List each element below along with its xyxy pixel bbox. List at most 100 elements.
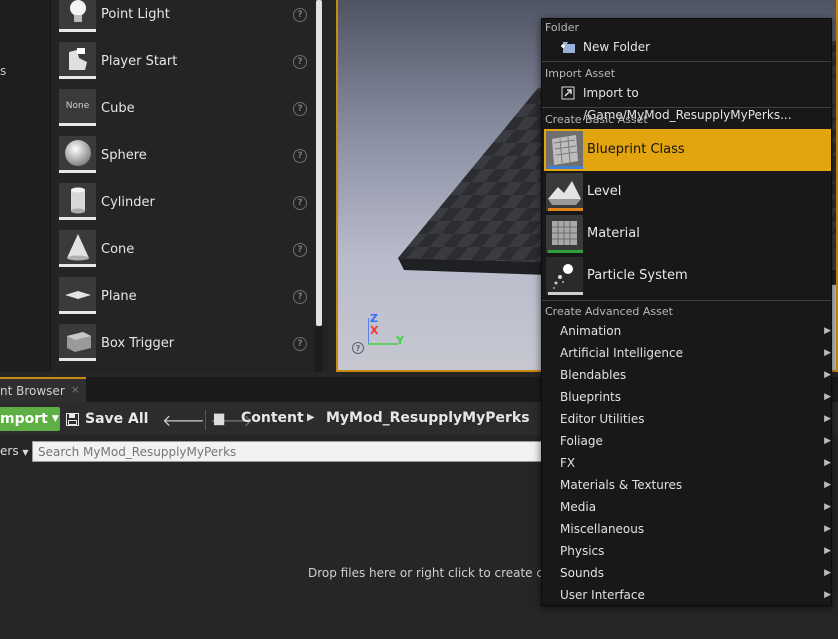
filters-button[interactable]: ers ▼	[0, 444, 29, 458]
cube-icon: None	[59, 89, 96, 126]
advanced-item-media[interactable]: Media ▶	[542, 496, 831, 518]
section-folder: Folder	[545, 21, 579, 34]
help-icon[interactable]: ?	[293, 195, 307, 210]
place-item-player-start[interactable]: Player Start ?	[51, 38, 321, 85]
breadcrumb-folder[interactable]: MyMod_ResupplyMyPerks	[326, 410, 530, 426]
tab-content-browser[interactable]: nt Browser ×	[0, 377, 86, 402]
particle-system-item[interactable]: Particle System	[544, 255, 831, 297]
place-item-label: Plane	[101, 289, 137, 304]
help-icon[interactable]: ?	[293, 101, 307, 116]
help-icon[interactable]: ?	[293, 289, 307, 304]
level-icon	[546, 173, 583, 211]
advanced-item-sounds[interactable]: Sounds ▶	[542, 562, 831, 584]
help-icon[interactable]: ?	[293, 54, 307, 69]
blueprint-class-label: Blueprint Class	[587, 142, 685, 157]
submenu-arrow-icon: ▶	[824, 348, 831, 358]
advanced-item-physics[interactable]: Physics ▶	[542, 540, 831, 562]
place-actors-list: Point Light ? Player Start ? None Cube ?	[51, 0, 321, 372]
advanced-item-miscellaneous[interactable]: Miscellaneous ▶	[542, 518, 831, 540]
place-item-label: Cylinder	[101, 195, 155, 210]
place-item-plane[interactable]: Plane ?	[51, 273, 321, 320]
import-to-item[interactable]: Import to /Game/MyMod_ResupplyMyPerks...	[542, 82, 831, 122]
submenu-arrow-icon: ▶	[824, 414, 831, 424]
asset-type-bar	[548, 292, 583, 295]
advanced-item-animation[interactable]: Animation ▶	[542, 320, 831, 342]
asset-type-bar	[548, 250, 583, 253]
advanced-item-editor-utilities[interactable]: Editor Utilities ▶	[542, 408, 831, 430]
advanced-item-artificial-intelligence[interactable]: Artificial Intelligence ▶	[542, 342, 831, 364]
back-arrow-icon[interactable]: 🡐	[162, 411, 205, 430]
breadcrumb-content[interactable]: Content	[241, 410, 304, 426]
asset-type-bar	[548, 208, 583, 211]
close-icon[interactable]: ×	[71, 383, 80, 396]
advanced-item-materials-textures[interactable]: Materials & Textures ▶	[542, 474, 831, 496]
cube-thumb-text: None	[65, 101, 90, 111]
advanced-item-foliage[interactable]: Foliage ▶	[542, 430, 831, 452]
level-label: Level	[587, 184, 622, 199]
help-icon[interactable]: ?	[293, 148, 307, 163]
menu-divider	[542, 300, 831, 301]
place-item-label: Point Light	[101, 7, 170, 22]
advanced-item-fx[interactable]: FX ▶	[542, 452, 831, 474]
level-item[interactable]: Level	[544, 171, 831, 213]
section-create-advanced: Create Advanced Asset	[545, 305, 673, 318]
save-icon	[66, 412, 79, 426]
help-icon[interactable]: ?	[293, 7, 307, 22]
place-item-sphere[interactable]: Sphere ?	[51, 132, 321, 179]
advanced-item-label: Animation	[560, 324, 622, 338]
submenu-arrow-icon: ▶	[824, 392, 831, 402]
submenu-arrow-icon: ▶	[824, 546, 831, 556]
advanced-item-user-interface[interactable]: User Interface ▶	[542, 584, 831, 605]
box-trigger-icon	[59, 324, 96, 361]
context-menu: Folder New Folder Import Asset Import to…	[541, 18, 832, 606]
advanced-item-blendables[interactable]: Blendables ▶	[542, 364, 831, 386]
player-start-icon	[59, 42, 96, 79]
place-item-cone[interactable]: Cone ?	[51, 226, 321, 273]
advanced-item-label: Artificial Intelligence	[560, 346, 683, 360]
particle-system-label: Particle System	[587, 268, 688, 283]
save-all-button[interactable]: Save All	[66, 407, 148, 431]
place-item-box-trigger[interactable]: Box Trigger ?	[51, 320, 321, 367]
advanced-item-label: User Interface	[560, 588, 645, 602]
chevron-down-icon: ▼	[22, 448, 29, 457]
submenu-arrow-icon: ▶	[824, 502, 831, 512]
submenu-arrow-icon: ▶	[824, 326, 831, 336]
section-create-basic: Create Basic Asset	[545, 113, 648, 126]
place-item-cube[interactable]: None Cube ?	[51, 85, 321, 132]
viewport-help-icon[interactable]: ?	[352, 342, 364, 354]
filters-label: ers	[0, 444, 19, 458]
help-icon[interactable]: ?	[293, 242, 307, 257]
plane-icon	[59, 277, 96, 314]
blueprint-class-icon	[546, 131, 583, 169]
sphere-icon	[59, 136, 96, 173]
advanced-item-blueprints[interactable]: Blueprints ▶	[542, 386, 831, 408]
left-panel-fragment: s	[0, 64, 7, 78]
place-actors-scrollbar[interactable]	[316, 0, 322, 326]
import-icon	[561, 86, 575, 100]
place-item-label: Box Trigger	[101, 336, 175, 351]
place-item-cylinder[interactable]: Cylinder ?	[51, 179, 321, 226]
cylinder-icon	[59, 183, 96, 220]
new-folder-label: New Folder	[583, 40, 651, 54]
material-item[interactable]: Material	[544, 213, 831, 255]
drop-hint-text: Drop files here or right click to create…	[308, 566, 578, 580]
place-item-label: Cube	[101, 101, 135, 116]
blueprint-class-item[interactable]: Blueprint Class	[544, 129, 831, 171]
advanced-item-label: Physics	[560, 544, 605, 558]
new-folder-item[interactable]: New Folder	[542, 36, 831, 58]
import-button[interactable]: mport ▼	[0, 407, 60, 431]
place-item-point-light[interactable]: Point Light ?	[51, 0, 321, 38]
search-input[interactable]	[32, 441, 552, 462]
cone-icon	[59, 230, 96, 267]
asset-type-bar	[548, 166, 583, 169]
history-nav: 🡐 🡒	[162, 410, 253, 430]
breadcrumb-arrow-icon[interactable]: ▶	[307, 412, 315, 423]
advanced-item-label: Media	[560, 500, 597, 514]
advanced-item-label: Sounds	[560, 566, 605, 580]
submenu-arrow-icon: ▶	[824, 590, 831, 600]
advanced-item-label: Materials & Textures	[560, 478, 683, 492]
help-icon[interactable]: ?	[293, 336, 307, 351]
folder-icon: ▆	[214, 411, 224, 426]
place-actors-panel: Point Light ? Player Start ? None Cube ?	[50, 0, 330, 372]
place-item-label: Sphere	[101, 148, 147, 163]
